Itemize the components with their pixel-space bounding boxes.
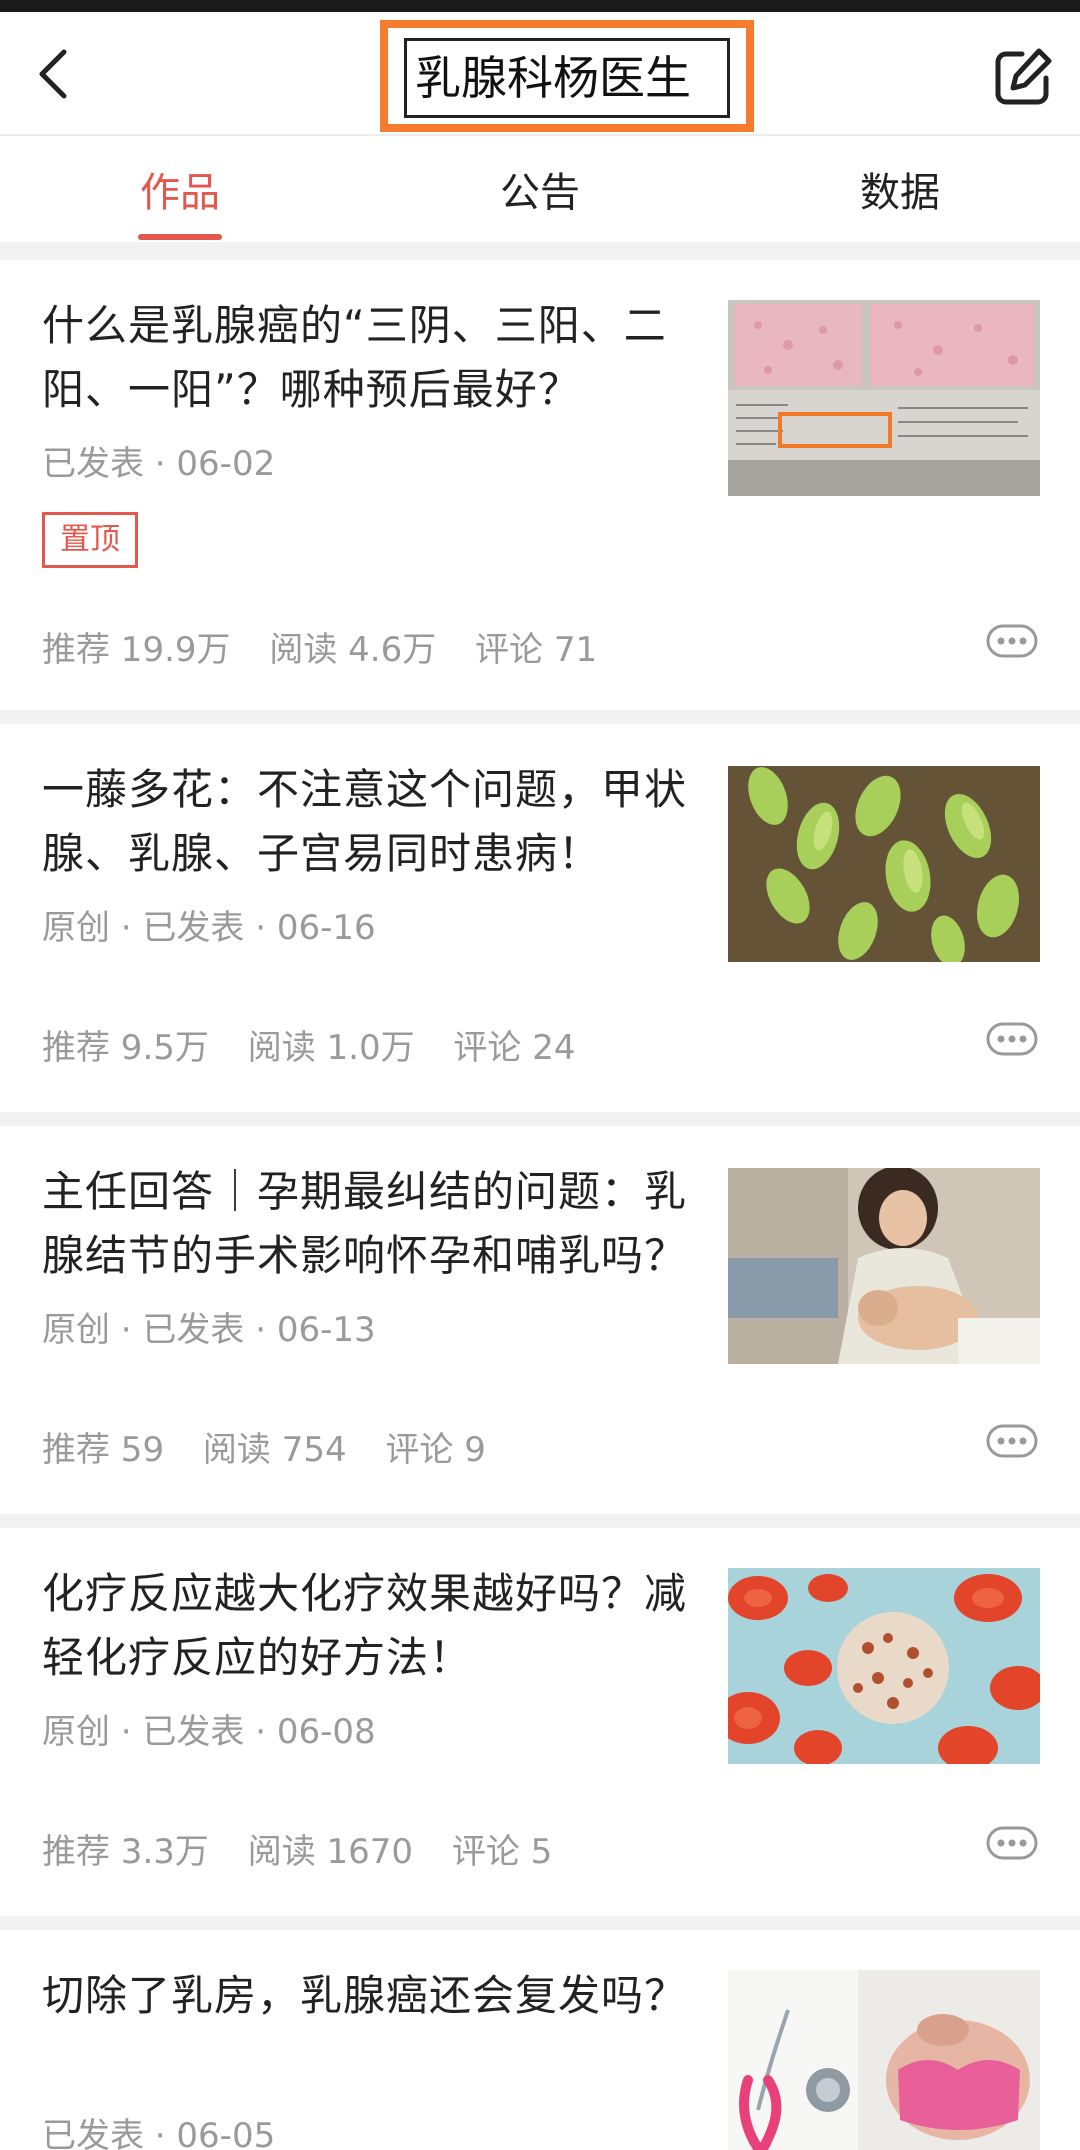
article-card[interactable]: 主任回答｜孕期最纠结的问题：乳腺结节的手术影响怀孕和哺乳吗？ 原创 · 已发表 … xyxy=(0,1126,1080,1514)
more-icon xyxy=(986,1826,1038,1860)
separator xyxy=(0,710,1080,724)
recommend-count: 推荐 9.5万 xyxy=(42,1028,209,1068)
article-meta: 已发表 · 06-05 xyxy=(42,2116,276,2150)
comment-count: 评论 5 xyxy=(451,1832,553,1872)
edit-icon xyxy=(995,48,1052,105)
recommend-count: 推荐 3.3万 xyxy=(42,1832,209,1872)
article-card[interactable]: 一藤多花：不注意这个问题，甲状腺、乳腺、子宫易同时患病！ 原创 · 已发表 · … xyxy=(0,724,1080,1112)
page-title: 乳腺科杨医生 xyxy=(404,38,730,118)
edit-button[interactable] xyxy=(992,46,1054,108)
more-button[interactable] xyxy=(986,1424,1038,1458)
status-bar xyxy=(0,0,1080,12)
article-card[interactable]: 切除了乳房，乳腺癌还会复发吗？ 已发表 · 06-05 xyxy=(0,1930,1080,2150)
article-thumbnail[interactable] xyxy=(728,1970,1040,2150)
article-title[interactable]: 主任回答｜孕期最纠结的问题：乳腺结节的手术影响怀孕和哺乳吗？ xyxy=(42,1160,702,1288)
article-card[interactable]: 化疗反应越大化疗效果越好吗？减轻化疗反应的好方法！ 原创 · 已发表 · 06-… xyxy=(0,1528,1080,1916)
pinned-badge: 置顶 xyxy=(42,512,138,568)
nav-bar: 乳腺科杨医生 xyxy=(0,12,1080,136)
comment-count: 评论 24 xyxy=(453,1028,576,1068)
article-title[interactable]: 什么是乳腺癌的“三阴、三阳、二阳、一阳”？哪种预后最好？ xyxy=(42,294,702,422)
article-thumbnail[interactable] xyxy=(728,1568,1040,1764)
tab-works[interactable]: 作品 xyxy=(138,160,222,218)
article-stats: 推荐 9.5万 阅读 1.0万 评论 24 xyxy=(42,1020,575,1069)
article-title[interactable]: 化疗反应越大化疗效果越好吗？减轻化疗反应的好方法！ xyxy=(42,1562,702,1690)
pink-ribbon-image xyxy=(728,1970,1040,2150)
read-count: 阅读 4.6万 xyxy=(269,630,437,670)
article-meta: 原创 · 已发表 · 06-13 xyxy=(42,1310,376,1350)
tab-announcements[interactable]: 公告 xyxy=(498,160,582,218)
chevron-left-icon xyxy=(39,49,67,99)
mother-baby-image xyxy=(728,1168,1040,1364)
back-button[interactable] xyxy=(30,44,90,104)
more-button[interactable] xyxy=(986,1826,1038,1860)
comment-count: 评论 71 xyxy=(475,630,598,670)
article-stats: 推荐 3.3万 阅读 1670 评论 5 xyxy=(42,1824,552,1873)
green-flower-image xyxy=(728,766,1040,962)
more-button[interactable] xyxy=(986,624,1038,658)
read-count: 阅读 1670 xyxy=(247,1832,414,1872)
more-button[interactable] xyxy=(986,1022,1038,1056)
comment-count: 评论 9 xyxy=(385,1430,486,1470)
more-icon xyxy=(986,1022,1038,1056)
article-title[interactable]: 切除了乳房，乳腺癌还会复发吗？ xyxy=(42,1964,702,2028)
article-meta: 已发表 · 06-02 xyxy=(42,444,276,484)
blood-cells-image xyxy=(728,1568,1040,1764)
separator xyxy=(0,1514,1080,1528)
article-stats: 推荐 59 阅读 754 评论 9 xyxy=(42,1422,486,1471)
active-tab-indicator xyxy=(138,234,222,240)
separator xyxy=(0,1112,1080,1126)
more-icon xyxy=(986,624,1038,658)
article-title[interactable]: 一藤多花：不注意这个问题，甲状腺、乳腺、子宫易同时患病！ xyxy=(42,758,702,886)
separator xyxy=(0,1916,1080,1930)
separator xyxy=(0,242,1080,260)
article-meta: 原创 · 已发表 · 06-16 xyxy=(42,908,376,948)
article-thumbnail[interactable] xyxy=(728,300,1040,496)
tab-data[interactable]: 数据 xyxy=(858,160,942,218)
read-count: 阅读 754 xyxy=(202,1430,347,1470)
read-count: 阅读 1.0万 xyxy=(247,1028,415,1068)
article-thumbnail[interactable] xyxy=(728,1168,1040,1364)
more-icon xyxy=(986,1424,1038,1458)
pathology-slide-image xyxy=(728,300,1040,496)
recommend-count: 推荐 59 xyxy=(42,1430,165,1470)
recommend-count: 推荐 19.9万 xyxy=(42,630,231,670)
article-stats: 推荐 19.9万 阅读 4.6万 评论 71 xyxy=(42,622,597,671)
title-highlight-box: 乳腺科杨医生 xyxy=(380,20,754,132)
article-meta: 原创 · 已发表 · 06-08 xyxy=(42,1712,376,1752)
tab-bar: 作品 公告 数据 xyxy=(0,136,1080,242)
article-thumbnail[interactable] xyxy=(728,766,1040,962)
article-card[interactable]: 什么是乳腺癌的“三阴、三阳、二阳、一阳”？哪种预后最好？ 已发表 · 06-02… xyxy=(0,260,1080,710)
